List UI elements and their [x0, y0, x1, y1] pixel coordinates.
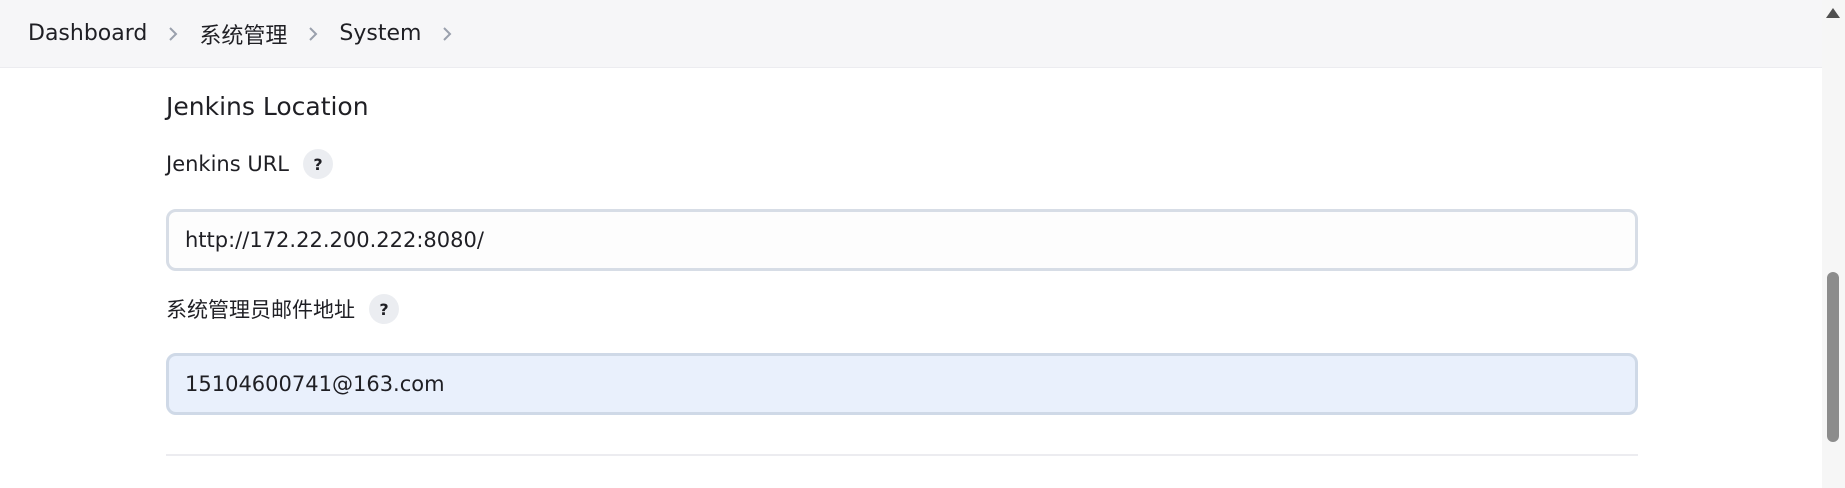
section-title: Jenkins Location [166, 92, 369, 121]
chevron-right-icon[interactable] [147, 23, 199, 44]
admin-email-label-row: 系统管理员邮件地址 ? [166, 293, 399, 325]
breadcrumb: Dashboard 系统管理 System [0, 0, 1822, 68]
section-divider [166, 454, 1638, 456]
chevron-right-icon[interactable] [421, 23, 473, 44]
admin-email-label: 系统管理员邮件地址 [166, 298, 355, 322]
breadcrumb-item-dashboard[interactable]: Dashboard [28, 21, 147, 46]
page: Dashboard 系统管理 System Jenkins Location J… [0, 0, 1845, 488]
breadcrumb-item-system[interactable]: System [339, 21, 421, 46]
scrollbar-thumb[interactable] [1827, 272, 1839, 442]
jenkins-url-label: Jenkins URL [166, 152, 290, 176]
vertical-scrollbar[interactable] [1822, 0, 1845, 488]
arrow-up-icon[interactable] [1826, 8, 1840, 18]
jenkins-url-input[interactable] [166, 209, 1638, 271]
chevron-right-icon[interactable] [287, 23, 339, 44]
admin-email-input[interactable] [166, 353, 1638, 415]
help-icon[interactable]: ? [303, 149, 334, 179]
help-icon[interactable]: ? [369, 294, 399, 324]
jenkins-url-label-row: Jenkins URL ? [166, 148, 334, 180]
breadcrumb-item-system-management[interactable]: 系统管理 [199, 18, 287, 50]
